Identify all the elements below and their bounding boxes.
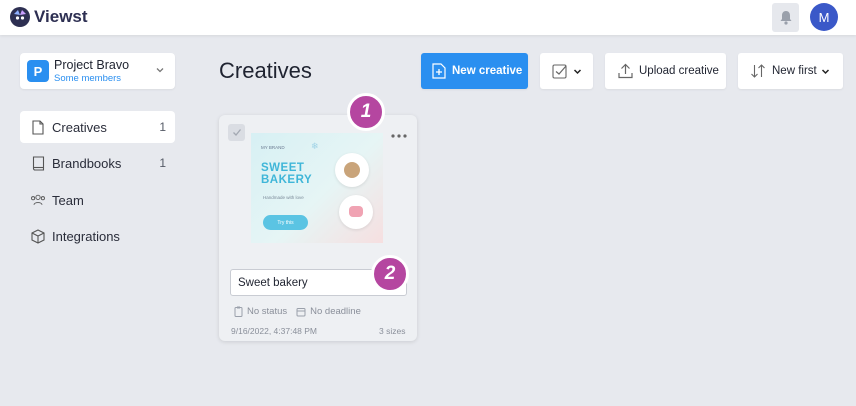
status-field[interactable]: No status bbox=[234, 306, 287, 317]
card-select-checkbox[interactable] bbox=[228, 124, 245, 141]
sidebar-item-label: Brandbooks bbox=[52, 155, 122, 171]
cookie-plate-image bbox=[335, 153, 369, 187]
sort-icon bbox=[750, 63, 766, 79]
sidebar-item-brandbooks[interactable]: Brandbooks 1 bbox=[20, 147, 175, 179]
project-members: Some members bbox=[54, 73, 122, 84]
checkbox-icon bbox=[551, 63, 567, 79]
chevron-down-icon bbox=[573, 68, 581, 74]
status-label: No status bbox=[247, 306, 288, 317]
thumbnail-cta: Try this bbox=[263, 215, 308, 230]
thumbnail-title: SWEET BAKERY bbox=[261, 162, 313, 186]
box-icon bbox=[30, 228, 46, 244]
add-file-icon bbox=[432, 63, 446, 79]
clipboard-icon bbox=[234, 306, 243, 317]
sidebar-item-creatives[interactable]: Creatives 1 bbox=[20, 111, 175, 143]
viewst-logo-icon bbox=[10, 7, 30, 27]
new-creative-label: New creative bbox=[452, 65, 523, 77]
sidebar-item-count: 1 bbox=[159, 120, 166, 134]
page-title: Creatives bbox=[219, 58, 312, 83]
chevron-down-icon bbox=[821, 68, 829, 74]
app-logo[interactable]: Viewst bbox=[9, 6, 88, 28]
select-mode-button[interactable] bbox=[540, 53, 593, 89]
calendar-icon bbox=[296, 307, 306, 316]
book-icon bbox=[30, 155, 46, 171]
creative-card[interactable]: MY BRAND ❄ SWEET BAKERY Handmade with lo… bbox=[219, 115, 417, 341]
top-bar: Viewst M bbox=[0, 0, 856, 35]
team-icon bbox=[30, 192, 46, 208]
sidebar-item-integrations[interactable]: Integrations bbox=[20, 220, 175, 252]
project-name: Project Bravo bbox=[54, 58, 130, 72]
chevron-down-icon bbox=[156, 68, 164, 73]
sidebar-item-team[interactable]: Team bbox=[20, 184, 175, 216]
deadline-field[interactable]: No deadline bbox=[296, 306, 361, 317]
project-badge: P bbox=[27, 60, 49, 82]
user-avatar[interactable]: M bbox=[810, 3, 838, 31]
notifications-button[interactable] bbox=[772, 3, 799, 32]
sidebar-item-count: 1 bbox=[159, 156, 166, 170]
thumbnail-brand: MY BRAND bbox=[261, 145, 285, 150]
upload-creative-button[interactable]: Upload creative bbox=[605, 53, 726, 89]
more-icon bbox=[391, 134, 407, 138]
upload-creative-label: Upload creative bbox=[639, 65, 719, 77]
snowflake-icon: ❄ bbox=[311, 141, 319, 151]
bell-icon bbox=[780, 11, 791, 25]
sort-button[interactable]: New first bbox=[738, 53, 843, 89]
step-marker-2: 2 bbox=[371, 255, 409, 293]
sort-label: New first bbox=[772, 65, 817, 77]
card-meta: No status No deadline bbox=[234, 306, 370, 317]
step-marker-1: 1 bbox=[347, 93, 385, 131]
sidebar-item-label: Team bbox=[52, 192, 84, 208]
cake-plate-image bbox=[339, 195, 373, 229]
upload-icon bbox=[618, 63, 633, 79]
file-icon bbox=[30, 119, 46, 135]
check-icon bbox=[232, 129, 241, 136]
new-creative-button[interactable]: New creative bbox=[421, 53, 528, 89]
card-menu-button[interactable] bbox=[391, 125, 407, 141]
sidebar-item-label: Creatives bbox=[52, 119, 107, 135]
project-selector[interactable]: P Project Bravo Some members bbox=[20, 53, 175, 89]
deadline-label: No deadline bbox=[310, 306, 361, 317]
sidebar-item-label: Integrations bbox=[52, 228, 120, 244]
creative-thumbnail[interactable]: MY BRAND ❄ SWEET BAKERY Handmade with lo… bbox=[251, 133, 383, 243]
card-date: 9/16/2022, 4:37:48 PM bbox=[231, 326, 318, 336]
thumbnail-tagline: Handmade with love bbox=[263, 195, 304, 200]
app-name: Viewst bbox=[34, 7, 88, 26]
card-sizes: 3 sizes bbox=[379, 326, 406, 336]
